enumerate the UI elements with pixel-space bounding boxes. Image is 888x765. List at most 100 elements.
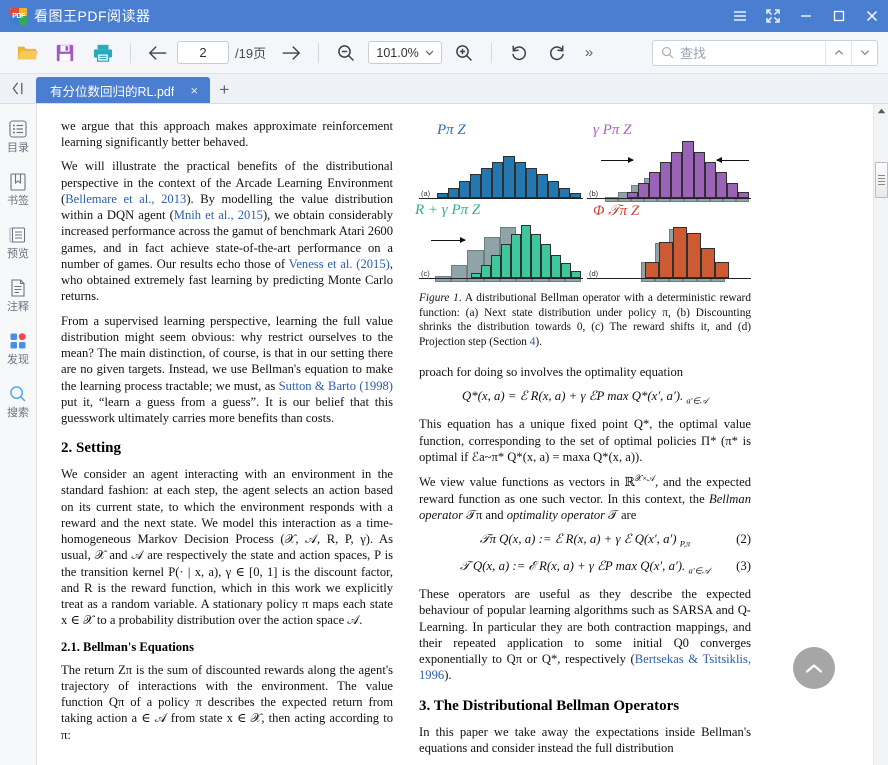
search-next-button[interactable] — [851, 40, 877, 65]
document-left-column: we argue that this approach makes approx… — [61, 118, 393, 765]
figure-panel-c: R + γ Pπ Z (c) — [415, 202, 583, 282]
print-button[interactable] — [86, 38, 120, 68]
histogram-bar — [541, 244, 551, 278]
app-logo-icon: PDF — [10, 7, 27, 25]
histogram-bar — [470, 173, 482, 198]
document-tab[interactable]: 有分位数回归的RL.pdf × — [36, 77, 211, 103]
equation-number: (3) — [736, 558, 751, 573]
open-file-button[interactable] — [10, 38, 44, 68]
citation-link[interactable]: Bellemare et al., 2013 — [65, 192, 186, 206]
maximize-icon[interactable] — [822, 0, 855, 32]
histogram-bar — [687, 232, 701, 278]
histogram-bar — [503, 156, 515, 198]
superscript: 𝒳×𝒜 — [634, 473, 656, 484]
search-icon — [7, 383, 29, 405]
save-button[interactable] — [48, 38, 82, 68]
fullscreen-icon[interactable] — [756, 0, 789, 32]
toolbar-divider — [130, 42, 131, 63]
preview-icon — [7, 224, 29, 246]
figure-panel-a: Pπ Z (a) — [419, 122, 583, 202]
histogram-bar — [547, 180, 559, 198]
sidebar-item-annotations[interactable]: 注释 — [0, 277, 37, 313]
histogram-bar — [531, 233, 541, 278]
histogram-bar — [682, 141, 694, 198]
paragraph: In this paper we take away the expectati… — [419, 724, 751, 755]
paragraph: From a supervised learning perspective, … — [61, 313, 393, 425]
scroll-up-arrow[interactable] — [874, 104, 888, 118]
paragraph: This equation has a unique fixed point Q… — [419, 417, 751, 464]
bookmark-icon — [7, 171, 29, 193]
histogram-bar — [638, 182, 650, 198]
collapse-sidebar-button[interactable] — [0, 73, 36, 103]
equation-subscript: P,π — [679, 538, 691, 549]
chevron-up-icon — [834, 49, 843, 55]
subsection-heading: 2.1. Bellman's Equations — [61, 639, 194, 654]
pdf-page: we argue that this approach makes approx… — [37, 104, 873, 765]
annotation-icon — [7, 277, 29, 299]
scroll-to-top-button[interactable] — [793, 647, 835, 689]
equation-subscript: a′∈𝒜 — [688, 565, 711, 576]
next-page-button[interactable] — [274, 38, 308, 68]
histogram-b — [627, 138, 750, 198]
document-right-column: Pπ Z (a) γ Pπ Z (b) R + γ Pπ Z (c) Φ 𝒯π … — [415, 118, 751, 765]
toolbar-divider-3 — [491, 42, 493, 63]
figure-caption-label: Figure 1 — [419, 292, 459, 304]
close-tab-icon[interactable]: × — [186, 82, 202, 98]
equation-3: 𝒯 Q(x, a) := ℰ R(x, a) + γ ℰP max Q(x′, … — [459, 558, 751, 576]
histogram-bar — [471, 273, 481, 278]
arrow-right-icon — [431, 237, 466, 243]
left-sidebar: 目录 书签 预览 注释 发现 搜索 — [0, 104, 37, 765]
sidebar-item-search[interactable]: 搜索 — [0, 383, 37, 419]
citation-link[interactable]: Mnih et al., 2015 — [174, 208, 263, 222]
minimize-icon[interactable] — [789, 0, 822, 32]
panel-title: γ Pπ Z — [593, 122, 632, 138]
sidebar-item-bookmarks[interactable]: 书签 — [0, 171, 37, 207]
histogram-bar — [701, 247, 715, 278]
hamburger-menu-icon[interactable] — [723, 0, 756, 32]
histogram-d — [645, 218, 729, 278]
histogram-bar — [536, 173, 548, 198]
search-previous-button[interactable] — [825, 40, 851, 65]
histogram-a — [437, 138, 582, 198]
citation-link[interactable]: Sutton & Barto (1998) — [279, 379, 393, 393]
page-number-input[interactable] — [177, 41, 229, 64]
app-title: 看图王PDF阅读器 — [34, 8, 151, 24]
panel-title: Φ 𝒯π Z — [593, 203, 640, 219]
histogram-bar — [514, 162, 526, 198]
scrollbar-thumb[interactable] — [875, 162, 888, 198]
histogram-bar — [649, 171, 661, 198]
histogram-bar — [659, 242, 673, 278]
histogram-bar — [645, 261, 659, 278]
list-icon — [7, 118, 29, 140]
histogram-bar — [501, 244, 511, 278]
equation-number: (2) — [736, 532, 751, 547]
histogram-bar — [437, 193, 449, 198]
sidebar-item-label: 发现 — [7, 354, 29, 366]
pdf-viewer[interactable]: we argue that this approach makes approx… — [37, 104, 873, 765]
sidebar-item-contents[interactable]: 目录 — [0, 118, 37, 154]
rotate-left-button[interactable] — [502, 38, 536, 68]
citation-link[interactable]: Veness et al. (2015) — [289, 257, 390, 271]
zoom-level-select[interactable]: 101.0% — [368, 41, 443, 64]
paragraph: We view value functions as vectors in ℝ𝒳… — [419, 473, 751, 522]
previous-page-button[interactable] — [141, 38, 175, 68]
zoom-in-button[interactable] — [447, 38, 481, 68]
section-heading: 3. The Distributional Bellman Operators — [419, 697, 680, 714]
zoom-out-button[interactable] — [329, 38, 363, 68]
vertical-scrollbar[interactable] — [873, 104, 888, 765]
histogram-c — [471, 218, 581, 278]
histogram-bar — [726, 182, 738, 198]
histogram-bar — [511, 233, 521, 278]
new-tab-button[interactable]: + — [210, 77, 238, 103]
histogram-bar — [558, 187, 570, 198]
paragraph: we argue that this approach makes approx… — [61, 119, 393, 150]
rotate-right-button[interactable] — [540, 38, 574, 68]
sidebar-item-preview[interactable]: 预览 — [0, 224, 37, 260]
more-tools-button[interactable]: » — [576, 40, 602, 66]
close-icon[interactable] — [855, 0, 888, 32]
search-input[interactable]: 查找 — [653, 41, 825, 65]
histogram-bar — [571, 271, 581, 278]
main-area: 目录 书签 预览 注释 发现 搜索 we argue that this app… — [0, 104, 888, 765]
histogram-bar — [481, 265, 491, 278]
sidebar-item-discover[interactable]: 发现 — [0, 330, 37, 366]
